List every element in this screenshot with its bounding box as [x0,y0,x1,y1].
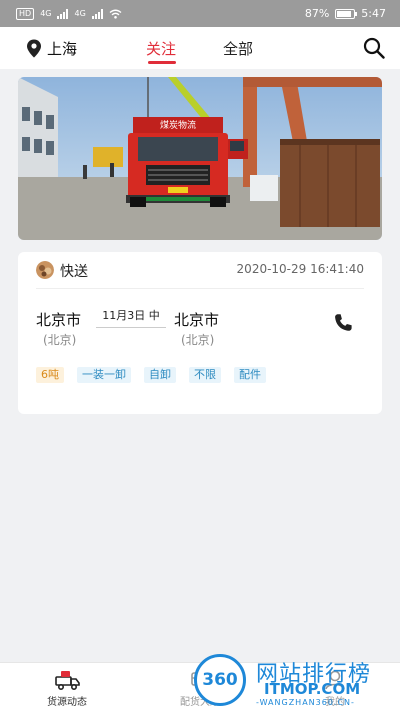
weight-tag: 6吨 [36,367,64,383]
avatar [36,261,54,279]
battery-percent: 87% [304,7,330,20]
vehicle-length-tag: 不限 [189,367,221,383]
watermark-domain: ITMOP.COM [264,680,361,698]
network-type-1: 4G [40,9,52,18]
destination-province: (北京) [181,333,215,347]
card-header: 快送 2020-10-29 16:41:40 [18,252,382,288]
search-icon[interactable] [362,36,386,60]
truck-photo: 煤炭物流 [18,77,382,240]
location-pin-icon [27,39,41,58]
cargo-category-tag: 配件 [234,367,266,383]
battery-icon [335,8,358,19]
top-nav: 上海 关注 全部 [0,27,400,69]
nav-cargo-feed[interactable]: 货源动态 [42,669,92,708]
tab-all[interactable]: 全部 [223,38,253,59]
active-tab-indicator [148,61,176,64]
watermark-sub: -WANGZHAN360.CN- [256,698,355,707]
phone-icon[interactable] [332,312,354,334]
loading-tag: 一装一卸 [77,367,131,383]
watermark-logo: 360 网站排行榜 ITMOP.COM -WANGZHAN360.CN- [192,650,400,711]
origin-city: 北京市 [36,311,82,329]
truck-sign: 煤炭物流 [160,119,196,131]
divider [36,288,364,289]
truck-icon [55,671,80,691]
load-date: 11月3日 中 [102,309,160,322]
post-timestamp: 2020-10-29 16:41:40 [236,262,364,276]
route-arrow-line [96,327,166,328]
cargo-type-label: 快送 [60,264,88,280]
cargo-card[interactable]: 快送 2020-10-29 16:41:40 北京市 (北京) 11月3日 中 … [18,252,382,414]
nav-label-cargo-feed: 货源动态 [47,697,87,708]
cargo-tags: 6吨 一装一卸 自卸 不限 配件 [36,367,266,383]
origin-province: (北京) [43,333,77,347]
status-left: HD 4G 4G [16,7,122,20]
location-label: 上海 [47,40,78,58]
clock: 5:47 [361,7,386,20]
signal-icon-2 [91,8,103,19]
location-selector[interactable]: 上海 [26,38,77,59]
watermark-badge: 360 [194,654,246,706]
network-type-2: 4G [74,9,86,18]
status-bar: HD 4G 4G 87% 5:47 [0,0,400,27]
destination-city: 北京市 [174,311,220,329]
hd-badge: HD [16,7,35,20]
status-right: 87% 5:47 [305,7,386,20]
signal-icon [57,8,69,19]
unload-type-tag: 自卸 [144,367,176,383]
tab-following[interactable]: 关注 [146,38,176,59]
wifi-icon [109,9,122,19]
banner-image[interactable]: 煤炭物流 [18,77,382,240]
